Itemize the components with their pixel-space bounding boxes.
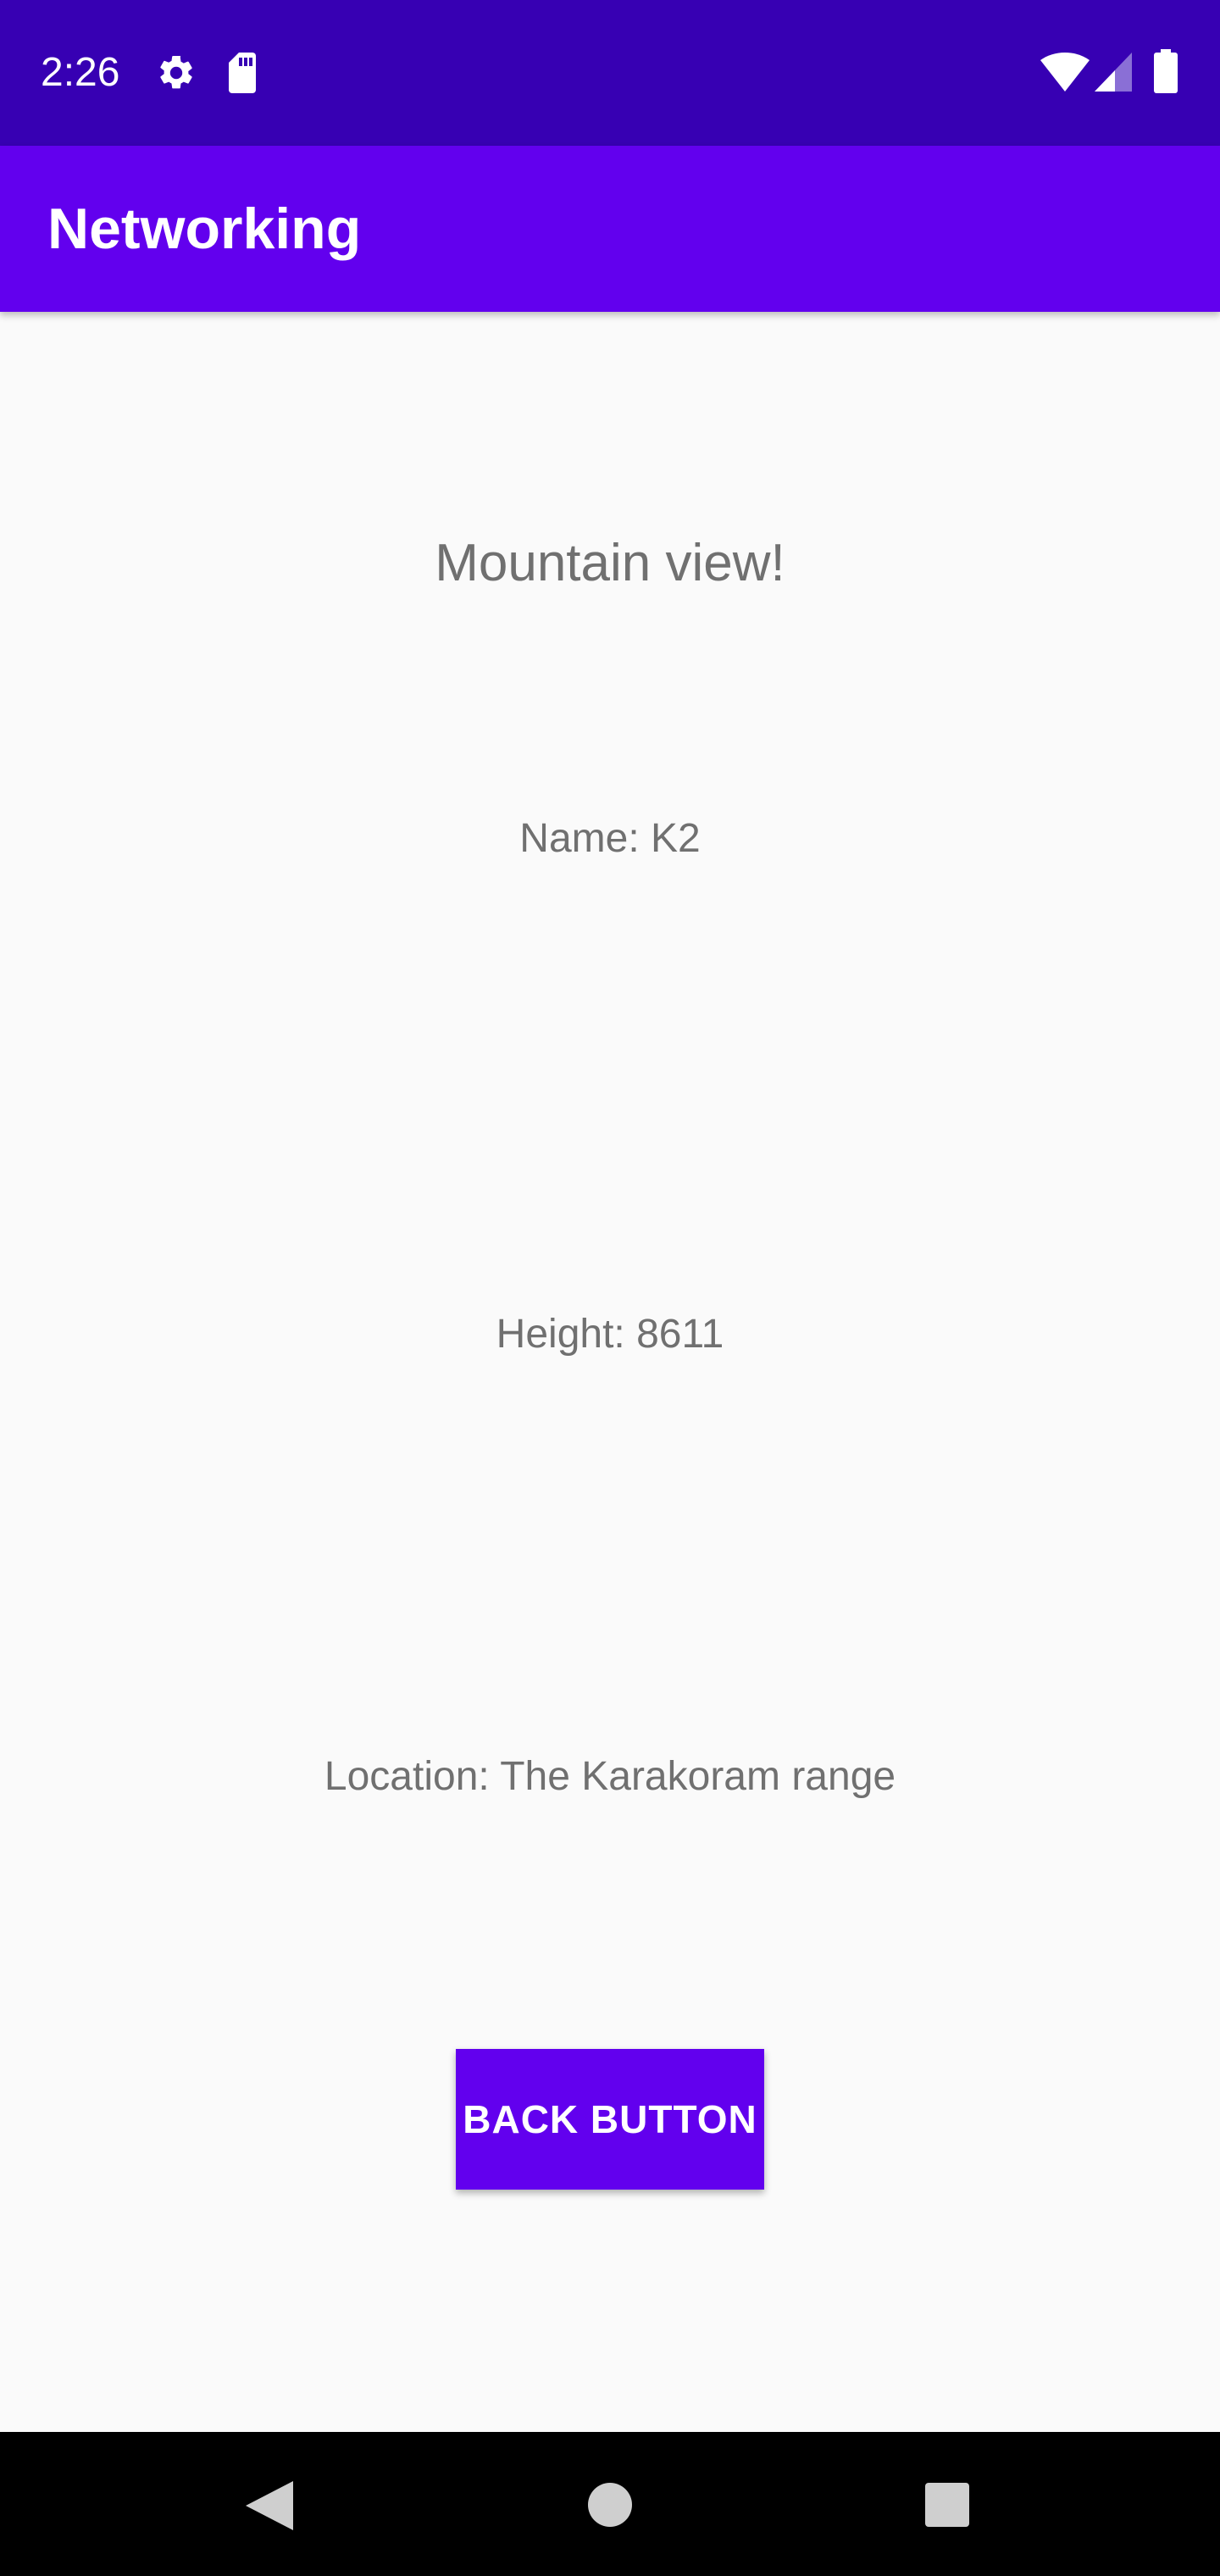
screen: 2:26 Networking Mountain view! Name: K2 …: [0, 0, 1220, 2576]
signal-icon: [1095, 53, 1132, 92]
back-button[interactable]: BACK BUTTON: [456, 2049, 764, 2190]
sd-card-icon: [229, 53, 256, 93]
battery-icon: [1154, 49, 1178, 93]
status-time: 2:26: [41, 50, 120, 95]
home-nav-icon[interactable]: [588, 2483, 632, 2527]
app-bar: Networking: [0, 146, 1220, 312]
mountain-height: Height: 8611: [496, 1312, 724, 1357]
status-bar: 2:26: [0, 0, 1220, 146]
recents-nav-icon[interactable]: [925, 2483, 969, 2527]
wifi-icon: [1040, 53, 1090, 92]
back-nav-icon[interactable]: [246, 2481, 293, 2530]
mountain-location: Location: The Karakoram range: [324, 1754, 896, 1799]
navigation-bar: [0, 2432, 1220, 2576]
page-heading: Mountain view!: [435, 534, 785, 592]
app-title: Networking: [47, 197, 362, 261]
mountain-name: Name: K2: [519, 816, 701, 861]
settings-icon: [160, 55, 192, 89]
